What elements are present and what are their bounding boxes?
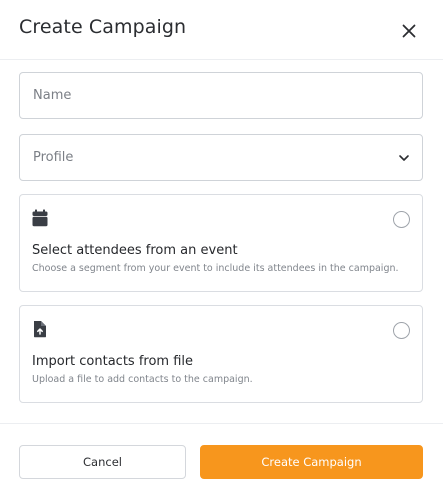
profile-select[interactable]: Profile [19, 134, 423, 181]
option-select-attendees[interactable]: Select attendees from an event Choose a … [19, 194, 423, 292]
close-button[interactable] [397, 19, 421, 43]
option-radio-attendees[interactable] [393, 211, 410, 228]
option-description: Choose a segment from your event to incl… [32, 263, 399, 274]
dialog-header: Create Campaign [0, 0, 443, 60]
chevron-down-icon [398, 152, 410, 164]
option-description: Upload a file to add contacts to the cam… [32, 374, 253, 385]
file-upload-icon [32, 320, 48, 338]
name-input[interactable] [20, 73, 422, 118]
calendar-icon [32, 209, 48, 227]
profile-select-value: Profile [33, 150, 74, 165]
create-campaign-dialog: Create Campaign Profile [0, 0, 443, 499]
name-field-wrapper [19, 72, 423, 119]
create-campaign-button[interactable]: Create Campaign [200, 445, 423, 479]
option-import-contacts[interactable]: Import contacts from file Upload a file … [19, 305, 423, 403]
dialog-title: Create Campaign [19, 16, 187, 38]
close-icon [397, 19, 421, 43]
cancel-button[interactable]: Cancel [19, 445, 186, 479]
option-radio-import[interactable] [393, 322, 410, 339]
option-title: Select attendees from an event [32, 243, 238, 258]
option-title: Import contacts from file [32, 354, 194, 369]
